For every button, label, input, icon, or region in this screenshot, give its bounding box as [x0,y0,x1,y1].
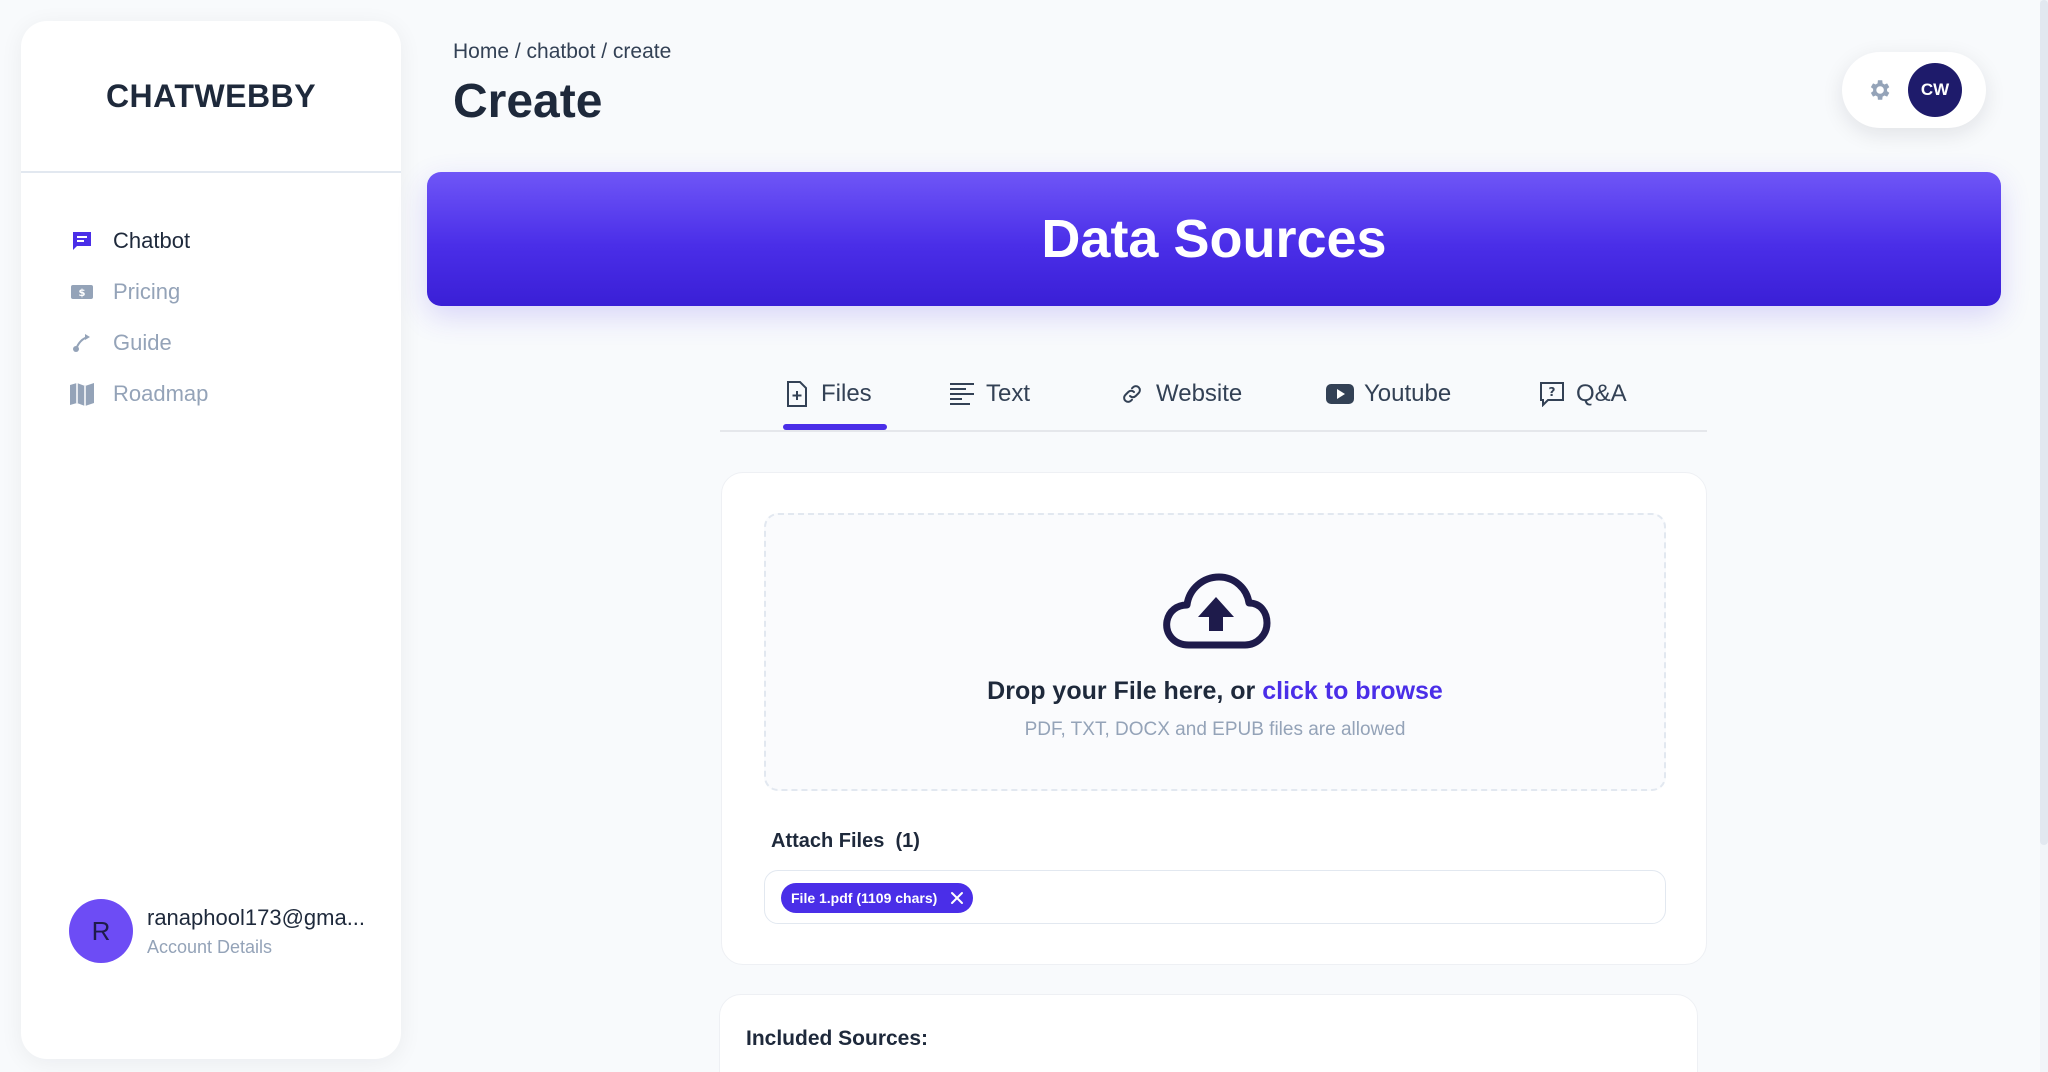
page-title: Create [453,75,603,128]
avatar[interactable]: R [69,899,133,963]
cloud-upload-icon [1161,573,1271,651]
sidebar: CHATWEBBY Chatbot $ Pricing Guide Roadma… [21,21,401,1059]
attached-files-list: File 1.pdf (1109 chars) [764,870,1666,924]
sidebar-item-roadmap[interactable]: Roadmap [21,368,401,419]
data-sources-banner: Data Sources [427,172,2001,306]
tab-files[interactable]: Files [783,372,872,416]
tab-label: Files [821,380,872,407]
question-box-icon: ? [1538,380,1566,408]
scrollbar[interactable] [2040,0,2048,1072]
sidebar-item-label: Roadmap [113,380,209,406]
money-icon: $ [69,279,95,305]
youtube-icon [1326,380,1354,408]
tab-website[interactable]: Website [1118,372,1242,416]
allowed-file-types: PDF, TXT, DOCX and EPUB files are allowe… [1024,719,1406,740]
account-email: ranaphool173@gma... [147,904,366,930]
drop-text: Drop your File here, or [987,677,1263,705]
sidebar-nav: Chatbot $ Pricing Guide Roadmap [21,173,401,419]
account-section[interactable]: R ranaphool173@gma... Account Details [69,899,365,963]
sidebar-item-label: Guide [113,329,172,355]
breadcrumb[interactable]: Home / chatbot / create [453,40,671,64]
chat-icon [69,228,95,254]
tab-label: Youtube [1364,380,1452,407]
scrollbar-thumb[interactable] [2040,0,2048,845]
text-lines-icon [948,380,976,408]
upload-card: Drop your File here, or click to browse … [721,472,1707,965]
tab-label: Q&A [1576,380,1627,407]
map-icon [69,381,95,407]
sidebar-item-label: Pricing [113,278,181,304]
tab-label: Text [986,380,1031,407]
file-chip[interactable]: File 1.pdf (1109 chars) [781,883,974,913]
tab-youtube[interactable]: Youtube [1326,372,1451,416]
attach-files-label: Attach Files (1) [771,830,920,852]
route-icon [69,330,95,356]
tab-qa[interactable]: ? Q&A [1538,372,1627,416]
sidebar-item-label: Chatbot [113,227,191,253]
included-sources-card: Included Sources: [719,994,1698,1072]
user-avatar[interactable]: CW [1908,63,1962,117]
file-chip-label: File 1.pdf (1109 chars) [791,890,938,906]
tab-text[interactable]: Text [948,372,1030,416]
attach-count: (1) [895,830,920,852]
gear-icon[interactable] [1866,77,1892,103]
included-sources-title: Included Sources: [746,1027,929,1050]
tab-label: Website [1156,380,1243,407]
sidebar-item-pricing[interactable]: $ Pricing [21,266,401,317]
active-tab-indicator [783,424,887,430]
source-tabs: Files Text Website Youtube ? Q&A [720,362,1707,432]
sidebar-item-chatbot[interactable]: Chatbot [21,215,401,266]
link-icon [1118,380,1146,408]
brand-logo[interactable]: CHATWEBBY [21,21,401,173]
file-dropzone[interactable]: Drop your File here, or click to browse … [764,513,1666,791]
svg-text:$: $ [79,288,86,299]
file-plus-icon [783,380,811,408]
drop-instructions: Drop your File here, or click to browse [766,677,1664,706]
browse-link[interactable]: click to browse [1262,677,1443,705]
sidebar-item-guide[interactable]: Guide [21,317,401,368]
close-icon[interactable] [949,890,965,906]
svg-text:?: ? [1549,385,1556,399]
top-actions: CW [1842,52,1986,128]
account-details-link[interactable]: Account Details [147,937,365,958]
